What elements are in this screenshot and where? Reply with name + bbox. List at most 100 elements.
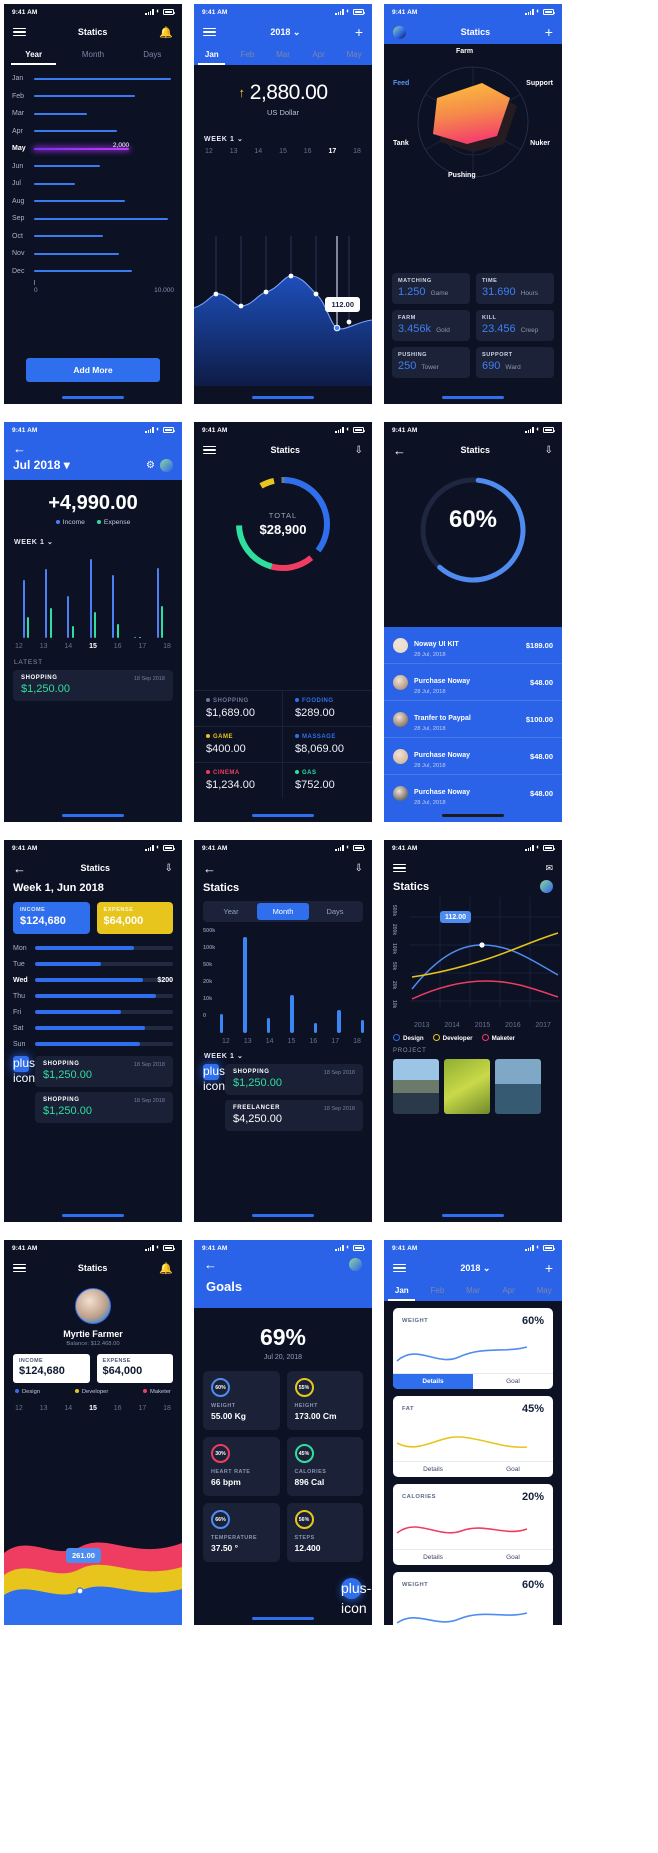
arrow-left-icon[interactable]: ←: [203, 862, 216, 875]
avatar-icon[interactable]: [393, 25, 406, 39]
tab-days[interactable]: Days: [123, 44, 182, 65]
month-tab-mar[interactable]: Mar: [265, 44, 301, 65]
stat-card[interactable]: TIME 31.690 Hours: [476, 273, 554, 304]
hamburger-icon[interactable]: [203, 445, 216, 455]
bell-icon[interactable]: 🔔: [159, 26, 173, 39]
tag[interactable]: Developer: [74, 1389, 108, 1395]
transaction-card[interactable]: SHOPPING 18 Sep 2018 $1,250.00: [13, 670, 173, 701]
stat-card[interactable]: SUPPORT 690 Ward: [476, 347, 554, 378]
goal-card[interactable]: 30% HEART RATE 66 bpm: [203, 1437, 280, 1496]
add-more-button[interactable]: Add More: [26, 358, 160, 382]
tag[interactable]: Design: [15, 1389, 40, 1395]
metric-tab-details[interactable]: Details: [393, 1374, 473, 1389]
sea-cliff-photo[interactable]: [495, 1059, 541, 1114]
metric-card[interactable]: WEIGHT60%DetailsGoal: [393, 1308, 553, 1389]
goal-card[interactable]: 56% STEPS 12.400: [286, 1503, 363, 1562]
legend-item[interactable]: Developer: [432, 1034, 473, 1042]
legend-item[interactable]: Design: [393, 1034, 424, 1042]
metric-tab-goal[interactable]: Goal: [473, 1374, 553, 1389]
transaction-row[interactable]: Tranfer to Paypal 28 Jul, 2018 $100.00: [384, 700, 562, 737]
avatar[interactable]: [75, 1288, 111, 1324]
goal-card[interactable]: 66% TEMPERATURE 37.50 °: [203, 1503, 280, 1562]
mail-icon[interactable]: ✉: [545, 863, 553, 874]
stat-card[interactable]: MATCHING 1.250 Game: [392, 273, 470, 304]
metric-tab-goal[interactable]: Goal: [473, 1462, 553, 1477]
plus-icon[interactable]: +: [355, 25, 363, 39]
add-transaction-button[interactable]: plus-icon: [13, 1056, 39, 1085]
expense-pill[interactable]: EXPENSE $64,000: [96, 902, 173, 934]
arrow-left-icon[interactable]: ←: [13, 441, 26, 456]
month-selector[interactable]: Jul 2018 ▾: [13, 458, 70, 472]
metric-tab-details[interactable]: Details: [393, 1462, 473, 1477]
transaction-card[interactable]: SHOPPING 18 Sep 2018 $1,250.00: [35, 1092, 173, 1123]
metric-card[interactable]: WEIGHT60%DetailsGoal: [393, 1572, 553, 1625]
month-tab-apr[interactable]: Apr: [301, 44, 337, 65]
share-icon[interactable]: ⇩: [165, 863, 173, 874]
month-tab-mar[interactable]: Mar: [455, 1280, 491, 1301]
add-transaction-button[interactable]: plus-icon: [203, 1064, 229, 1093]
transaction-card[interactable]: SHOPPING 18 Sep 2018 $1,250.00: [225, 1064, 363, 1095]
goal-card[interactable]: 60% WEIGHT 55.00 Kg: [203, 1371, 280, 1430]
week-selector[interactable]: WEEK 1 ⌄: [4, 538, 182, 546]
transaction-row[interactable]: Purchase Noway 28 Jul, 2018 $48.00: [384, 774, 562, 811]
transaction-row[interactable]: Noway UI KIT 28 Jul, 2018 $189.00: [384, 627, 562, 663]
hamburger-icon[interactable]: [393, 863, 406, 873]
stat-card[interactable]: PUSHING 250 Tower: [392, 347, 470, 378]
share-icon[interactable]: ⇩: [355, 863, 363, 874]
green-moss-photo[interactable]: [444, 1059, 490, 1114]
income-pill[interactable]: INCOME $124,680: [13, 902, 90, 934]
mountain-lake-photo[interactable]: [393, 1059, 439, 1114]
gear-icon[interactable]: ⚙: [146, 460, 155, 471]
goal-card[interactable]: 55% HEIGHT 173.00 Cm: [286, 1371, 363, 1430]
avatar-icon[interactable]: [349, 1258, 362, 1271]
plus-icon[interactable]: +: [545, 1261, 553, 1275]
expense-card[interactable]: EXPENSE $64,000: [96, 1354, 173, 1383]
add-goal-button[interactable]: plus-icon: [341, 1578, 371, 1616]
transaction-card[interactable]: SHOPPING 18 Sep 2018 $1,250.00: [35, 1056, 173, 1087]
month-tab-feb[interactable]: Feb: [230, 44, 266, 65]
category-cell[interactable]: MASSAGE $8,069.00: [283, 726, 372, 762]
month-tab-feb[interactable]: Feb: [420, 1280, 456, 1301]
category-cell[interactable]: SHOPPING $1,689.00: [194, 690, 283, 726]
metric-card[interactable]: FAT 45% Details Goal: [393, 1396, 553, 1477]
segment-year[interactable]: Year: [205, 903, 257, 920]
hamburger-icon[interactable]: [13, 27, 26, 37]
month-tab-may[interactable]: May: [336, 44, 372, 65]
metric-card[interactable]: CALORIES 20% Details Goal: [393, 1484, 553, 1565]
week-selector[interactable]: WEEK 1 ⌄: [194, 1052, 372, 1060]
avatar-icon[interactable]: [160, 458, 173, 472]
category-cell[interactable]: FOODING $289.00: [283, 690, 372, 726]
transaction-row[interactable]: Purchase Noway 28 Jul, 2018 $48.00: [384, 663, 562, 700]
segment-days[interactable]: Days: [309, 903, 361, 920]
year-selector[interactable]: 2018 ⌄: [460, 1263, 490, 1274]
month-tab-apr[interactable]: Apr: [491, 1280, 527, 1301]
month-tab-jan[interactable]: Jan: [194, 44, 230, 65]
transaction-row[interactable]: Purchase Noway 28 Jul, 2018 $48.00: [384, 737, 562, 774]
income-card[interactable]: INCOME $124,680: [13, 1354, 90, 1383]
segment-month[interactable]: Month: [257, 903, 309, 920]
tab-month[interactable]: Month: [63, 44, 122, 65]
year-selector[interactable]: 2018 ⌄: [270, 27, 300, 38]
tab-year[interactable]: Year: [4, 44, 63, 65]
category-cell[interactable]: CINEMA $1,234.00: [194, 762, 283, 798]
hamburger-icon[interactable]: [13, 1263, 26, 1273]
week-selector[interactable]: WEEK 1 ⌄: [194, 135, 372, 143]
arrow-left-icon[interactable]: ←: [393, 444, 406, 457]
stat-card[interactable]: KILL 23.456 Creep: [476, 310, 554, 341]
hamburger-icon[interactable]: [203, 27, 216, 37]
month-tab-may[interactable]: May: [526, 1280, 562, 1301]
metric-tab-goal[interactable]: Goal: [473, 1550, 553, 1565]
plus-icon[interactable]: +: [545, 25, 553, 39]
category-cell[interactable]: GAME $400.00: [194, 726, 283, 762]
transaction-card[interactable]: FREELANCER 18 Sep 2018 $4,250.00: [225, 1100, 363, 1131]
arrow-left-icon[interactable]: ←: [204, 1258, 217, 1271]
share-icon[interactable]: ⇩: [545, 445, 553, 456]
arrow-left-icon[interactable]: ←: [13, 862, 26, 875]
legend-item[interactable]: Maketer: [481, 1034, 515, 1042]
category-cell[interactable]: GAS $752.00: [283, 762, 372, 798]
bell-icon[interactable]: 🔔: [159, 1262, 173, 1275]
share-icon[interactable]: ⇩: [355, 445, 363, 456]
avatar-icon[interactable]: [540, 880, 553, 893]
tag[interactable]: Maketer: [143, 1389, 171, 1395]
metric-tab-details[interactable]: Details: [393, 1550, 473, 1565]
